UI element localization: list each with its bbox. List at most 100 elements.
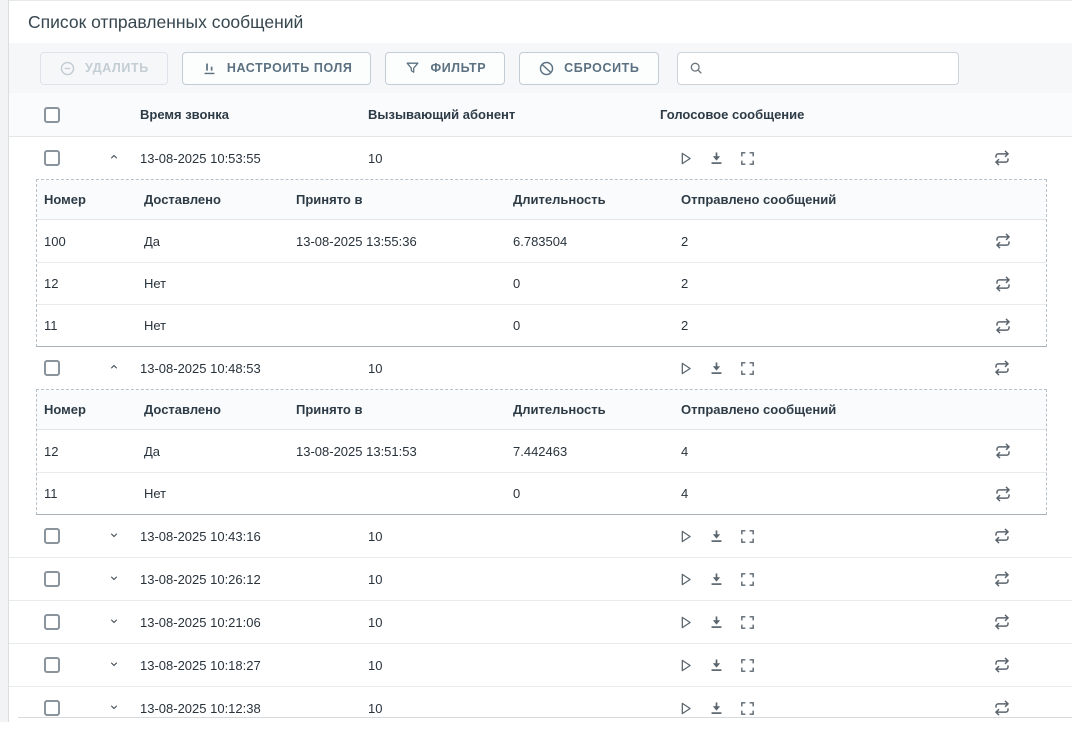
repeat-icon[interactable] [994, 442, 1012, 460]
repeat-icon[interactable] [993, 613, 1011, 631]
select-all-checkbox[interactable] [44, 107, 60, 123]
column-header-time: Время звонка [140, 107, 368, 122]
detail-column-delivered: Доставлено [144, 402, 296, 417]
call-time: 13-08-2025 10:43:16 [140, 529, 368, 544]
repeat-icon[interactable] [994, 485, 1012, 503]
row-checkbox[interactable] [44, 657, 60, 673]
detail-row[interactable]: 100 Да 13-08-2025 13:55:36 6.783504 2 [37, 220, 1046, 262]
table-row[interactable]: 13-08-2025 10:43:16 10 [9, 515, 1072, 558]
caller: 10 [368, 529, 660, 544]
detail-row[interactable]: 12 Нет 0 2 [37, 262, 1046, 304]
repeat-icon[interactable] [993, 527, 1011, 545]
detail-duration: 7.442463 [513, 444, 681, 459]
detail-delivered: Нет [144, 318, 296, 333]
row-checkbox[interactable] [44, 571, 60, 587]
expand-icon[interactable] [739, 657, 756, 674]
column-header-voice: Голосовое сообщение [660, 107, 975, 122]
detail-duration: 6.783504 [513, 234, 681, 249]
expand-icon[interactable] [739, 614, 756, 631]
download-icon[interactable] [708, 571, 725, 588]
row-checkbox[interactable] [44, 700, 60, 716]
row-checkbox[interactable] [44, 360, 60, 376]
repeat-icon[interactable] [993, 699, 1011, 717]
table-row[interactable]: 13-08-2025 10:26:12 10 [9, 558, 1072, 601]
detail-number: 100 [44, 234, 144, 249]
detail-number: 11 [44, 318, 144, 333]
play-icon[interactable] [677, 360, 694, 377]
call-time: 13-08-2025 10:21:06 [140, 615, 368, 630]
row-checkbox[interactable] [44, 150, 60, 166]
detail-sent: 2 [681, 234, 977, 249]
table-row[interactable]: 13-08-2025 10:53:55 10 [9, 137, 1072, 179]
table-row[interactable]: 13-08-2025 10:48:53 10 [9, 347, 1072, 389]
ban-circle-icon [538, 60, 555, 77]
search-input[interactable] [712, 60, 948, 77]
chevron-down-icon[interactable] [108, 615, 120, 627]
row-checkbox[interactable] [44, 614, 60, 630]
reset-button[interactable]: СБРОСИТЬ [519, 52, 658, 85]
repeat-icon[interactable] [993, 359, 1011, 377]
table-row[interactable]: 13-08-2025 10:21:06 10 [9, 601, 1072, 644]
detail-sent: 2 [681, 276, 977, 291]
play-icon[interactable] [677, 657, 694, 674]
chevron-down-icon[interactable] [108, 529, 120, 541]
chevron-up-icon[interactable] [108, 361, 120, 373]
expand-icon[interactable] [739, 150, 756, 167]
detail-sent: 4 [681, 486, 977, 501]
detail-row[interactable]: 11 Нет 0 4 [37, 472, 1046, 514]
repeat-icon[interactable] [994, 232, 1012, 250]
detail-number: 12 [44, 276, 144, 291]
call-time: 13-08-2025 10:18:27 [140, 658, 368, 673]
download-icon[interactable] [708, 150, 725, 167]
detail-column-number: Номер [44, 192, 144, 207]
play-icon[interactable] [677, 528, 694, 545]
expand-icon[interactable] [739, 700, 756, 717]
detail-column-number: Номер [44, 402, 144, 417]
repeat-icon[interactable] [994, 317, 1012, 335]
detail-column-delivered: Доставлено [144, 192, 296, 207]
play-icon[interactable] [677, 571, 694, 588]
download-icon[interactable] [708, 528, 725, 545]
repeat-icon[interactable] [993, 656, 1011, 674]
detail-sent: 2 [681, 318, 977, 333]
repeat-icon[interactable] [993, 570, 1011, 588]
expand-icon[interactable] [739, 571, 756, 588]
search-box[interactable] [677, 52, 959, 85]
chevron-down-icon[interactable] [108, 572, 120, 584]
detail-duration: 0 [513, 276, 681, 291]
download-icon[interactable] [708, 657, 725, 674]
expand-icon[interactable] [739, 528, 756, 545]
row-checkbox[interactable] [44, 528, 60, 544]
detail-sent: 4 [681, 444, 977, 459]
delete-button[interactable]: УДАЛИТЬ [40, 52, 168, 85]
detail-column-sent: Отправлено сообщений [681, 402, 977, 417]
caller: 10 [368, 361, 660, 376]
play-icon[interactable] [677, 700, 694, 717]
details-table: Номер Доставлено Принято в Длительность … [36, 179, 1047, 347]
download-icon[interactable] [708, 700, 725, 717]
filter-button[interactable]: ФИЛЬТР [385, 52, 505, 85]
details-header: Номер Доставлено Принято в Длительность … [37, 180, 1046, 220]
play-icon[interactable] [677, 150, 694, 167]
detail-column-duration: Длительность [513, 192, 681, 207]
details-table: Номер Доставлено Принято в Длительность … [36, 389, 1047, 515]
play-icon[interactable] [677, 614, 694, 631]
table-header: Время звонка Вызывающий абонент Голосово… [9, 93, 1072, 137]
caller: 10 [368, 701, 660, 716]
detail-row[interactable]: 12 Да 13-08-2025 13:51:53 7.442463 4 [37, 430, 1046, 472]
configure-fields-button[interactable]: НАСТРОИТЬ ПОЛЯ [182, 52, 372, 85]
download-icon[interactable] [708, 614, 725, 631]
expand-icon[interactable] [739, 360, 756, 377]
download-icon[interactable] [708, 360, 725, 377]
chevron-down-icon[interactable] [108, 701, 120, 713]
minus-circle-icon [59, 60, 76, 77]
table-row[interactable]: 13-08-2025 10:18:27 10 [9, 644, 1072, 687]
repeat-icon[interactable] [994, 275, 1012, 293]
detail-number: 11 [44, 486, 144, 501]
chevron-down-icon[interactable] [108, 658, 120, 670]
chevron-up-icon[interactable] [108, 151, 120, 163]
detail-row[interactable]: 11 Нет 0 2 [37, 304, 1046, 346]
call-time: 13-08-2025 10:48:53 [140, 361, 368, 376]
repeat-icon[interactable] [993, 149, 1011, 167]
detail-column-accepted: Принято в [296, 192, 513, 207]
